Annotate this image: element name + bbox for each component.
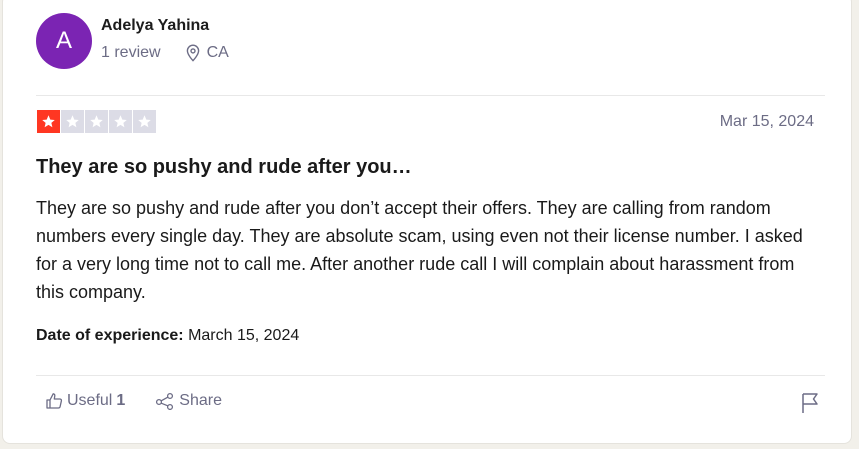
review-date: Mar 15, 2024	[719, 113, 814, 130]
avatar[interactable]: A	[36, 13, 92, 69]
review-title[interactable]: They are so pushy and rude after you…	[36, 156, 412, 179]
share-label: Share	[179, 392, 222, 409]
divider	[36, 95, 825, 96]
reviewer-name[interactable]: Adelya Yahina	[101, 17, 209, 35]
thumbs-up-icon	[45, 392, 63, 410]
star-icon	[109, 110, 132, 133]
star-icon	[133, 110, 156, 133]
location-pin-icon	[185, 44, 201, 62]
flag-icon[interactable]	[800, 392, 820, 414]
star-icon	[37, 110, 60, 133]
useful-count: 1	[116, 392, 126, 409]
experience-date: March 15, 2024	[188, 327, 300, 344]
useful-button[interactable]: Useful 1	[45, 392, 125, 410]
avatar-initial: A	[55, 27, 72, 54]
experience-label: Date of experience:	[36, 327, 184, 344]
review-card: A Adelya Yahina 1 review CA Mar 15, 2024…	[2, 0, 852, 444]
date-of-experience: Date of experience: March 15, 2024	[36, 327, 299, 345]
star-icon	[85, 110, 108, 133]
review-count: 1 review	[101, 44, 161, 61]
star-rating	[37, 110, 156, 133]
share-button[interactable]: Share	[155, 392, 222, 410]
share-icon	[155, 392, 175, 410]
divider	[36, 375, 825, 376]
review-body: They are so pushy and rude after you don…	[36, 198, 803, 302]
review-actions: Useful 1 Share	[45, 392, 222, 410]
reviewer-meta: 1 review CA	[101, 44, 229, 62]
star-icon	[61, 110, 84, 133]
reviewer-location: CA	[206, 44, 229, 61]
useful-label: Useful	[67, 392, 113, 409]
